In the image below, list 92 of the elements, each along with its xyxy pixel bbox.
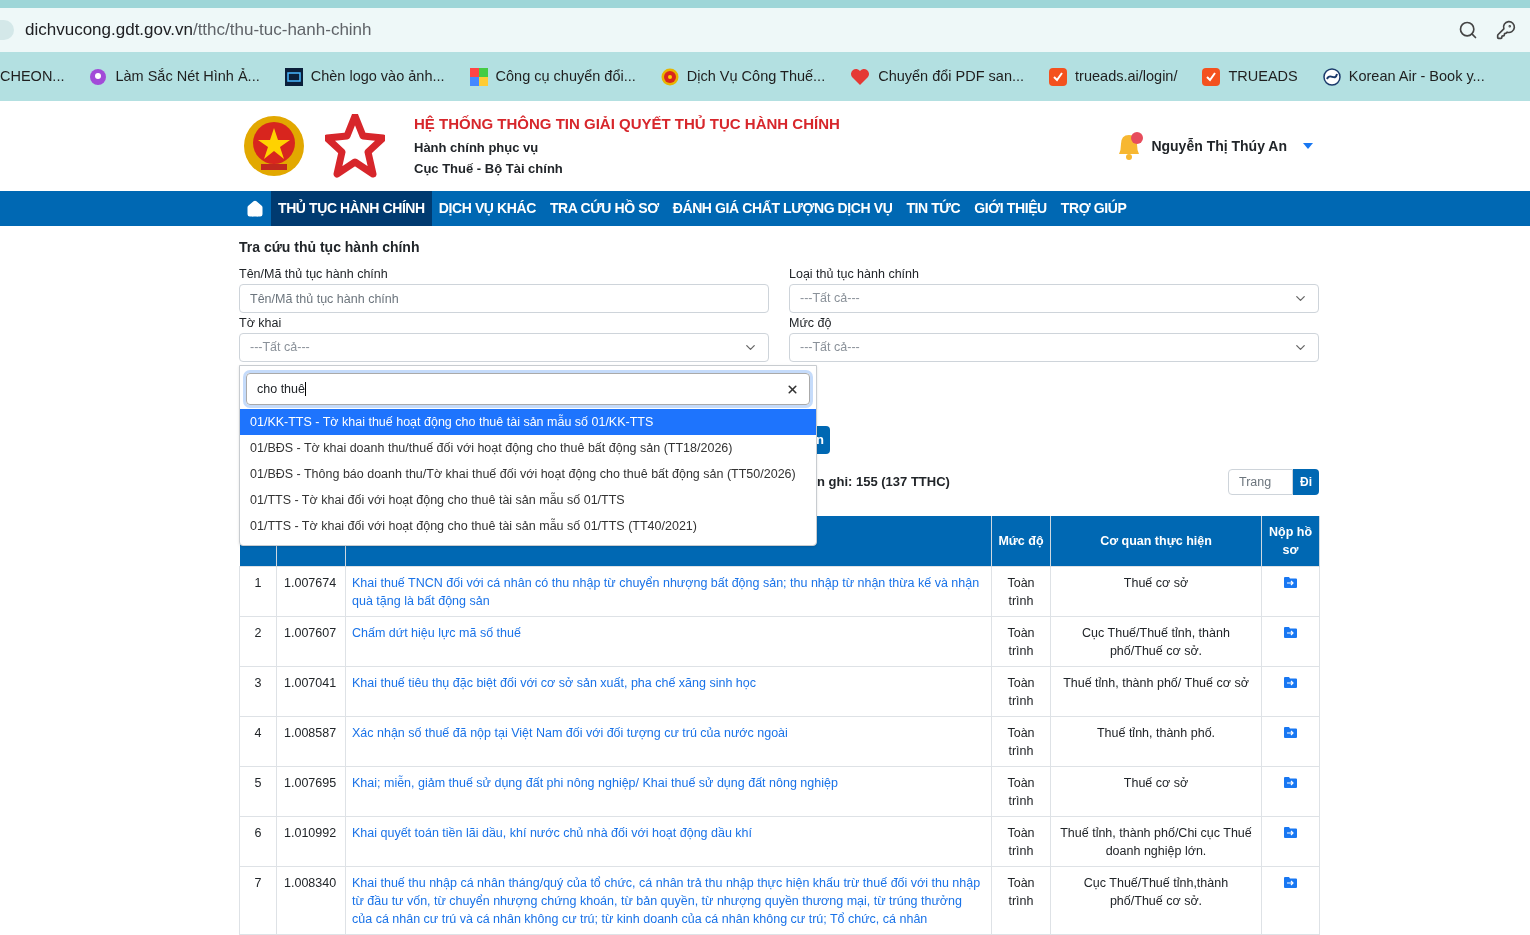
table-cell: Thuế cơ sở <box>1050 766 1262 816</box>
nav-item[interactable]: TRA CỨU HỒ SƠ <box>542 191 666 226</box>
table-cell: 4 <box>239 716 277 766</box>
bookmark-item[interactable]: Chuyển đổi PDF san... <box>850 65 1025 88</box>
table-cell: Thuế cơ sở <box>1050 566 1262 616</box>
system-title: HỆ THỐNG THÔNG TIN GIẢI QUYẾT THỦ TỤC HÀNH CHÍNH <box>414 114 840 135</box>
table-cell: Toàn trình <box>991 716 1051 766</box>
bookmark-item[interactable]: Dịch Vụ Công Thuế... <box>660 65 826 88</box>
zoom-icon[interactable] <box>1458 20 1478 40</box>
dropdown-option[interactable]: 01/KK-TTS - Tờ khai thuế hoạt động cho thuê tài sản mẫu số 01/KK-TTS <box>240 409 816 435</box>
pso-logo-icon <box>284 67 303 86</box>
table-cell: 1.008587 <box>276 716 346 766</box>
column-header: Mức độ <box>991 516 1051 566</box>
nav-item[interactable]: TRỢ GIÚP <box>1053 191 1134 226</box>
nav-item[interactable]: ĐÁNH GIÁ CHẤT LƯỢNG DỊCH VỤ <box>665 191 900 226</box>
heart-icon <box>850 67 871 86</box>
home-icon[interactable] <box>246 199 264 218</box>
table-cell: Thuế tỉnh, thành phố. <box>1050 716 1262 766</box>
column-header: Nộp hồ sơ <box>1261 516 1320 566</box>
bookmark-item[interactable]: Korean Air - Book y... <box>1322 65 1485 88</box>
url-text: dichvucong.gdt.gov.vn/tthc/thu-tuc-hanh-chinh <box>25 19 373 42</box>
user-name[interactable]: Nguyễn Thị Thúy An <box>1151 135 1287 157</box>
table-cell: Cục Thuế/Thuế tỉnh,thành phố/Thuế cơ sở. <box>1050 866 1262 934</box>
table-cell: Cục Thuế/Thuế tỉnh, thành phố/Thuế cơ sở. <box>1050 616 1262 666</box>
folder-icon[interactable] <box>1284 676 1297 688</box>
field-label: Mức độ <box>789 316 833 331</box>
nav-item[interactable]: DỊCH VỤ KHÁC <box>431 191 543 226</box>
table-cell: Toàn trình <box>991 866 1051 934</box>
table-cell: Toàn trình <box>991 616 1051 666</box>
checkmark-icon <box>1049 67 1068 86</box>
table-cell: Toàn trình <box>991 816 1051 866</box>
select-field[interactable]: ---Tất cả--- <box>239 333 769 362</box>
column-header: Cơ quan thực hiện <box>1050 516 1262 566</box>
paint-icon <box>89 67 108 86</box>
table-cell: 6 <box>239 816 277 866</box>
bookmark-item[interactable]: Công cụ chuyển đổi... <box>469 65 636 88</box>
folder-icon[interactable] <box>1284 576 1297 588</box>
key-icon[interactable] <box>1496 20 1516 40</box>
dropdown-option[interactable]: 01/BĐS - Thông báo doanh thu/Tờ khai thuế đối với hoạt động cho thuê bất động sản (TT50/2026) <box>240 461 816 487</box>
bookmark-item[interactable]: trueads.ai/login/ <box>1049 65 1178 88</box>
folder-icon[interactable] <box>1284 876 1297 888</box>
field-label: Tờ khai <box>239 316 283 331</box>
go-button[interactable]: Đi <box>1293 469 1319 495</box>
table-cell: 1.007674 <box>276 566 346 616</box>
address-bar[interactable]: dichvucong.gdt.gov.vn/tthc/thu-tuc-hanh-chinh <box>0 8 1530 52</box>
table-cell: 7 <box>239 866 277 934</box>
folder-icon[interactable] <box>1284 776 1297 788</box>
bookmark-item[interactable]: TRUEADS <box>1202 65 1298 88</box>
grid-icon <box>469 67 488 86</box>
table-cell: Toàn trình <box>991 566 1051 616</box>
nav-item[interactable]: GIỚI THIỆU <box>967 191 1054 226</box>
emblem-icon <box>660 67 679 86</box>
field-label: Tên/Mã thủ tục hành chính <box>239 267 389 282</box>
checkmark-icon <box>1202 67 1221 86</box>
nav-item[interactable]: TIN TỨC <box>899 191 968 226</box>
folder-icon[interactable] <box>1284 726 1297 738</box>
table-cell: Toàn trình <box>991 766 1051 816</box>
table-cell: Toàn trình <box>991 666 1051 716</box>
record-count: n ghi: 155 (137 TTHC) <box>817 473 950 492</box>
bookmark-item[interactable]: CHEON... <box>0 65 65 88</box>
section-title: Tra cứu thủ tục hành chính <box>239 238 421 256</box>
dropdown-option[interactable]: 01/TTS - Tờ khai đối với hoạt động cho thuê tài sản mẫu số 01/TTS (TT40/2021) <box>240 513 816 539</box>
agency-text: Hành chính phục vụ <box>414 138 540 157</box>
dropdown-search-field[interactable]: cho thuê <box>246 373 810 405</box>
table-cell: 3 <box>239 666 277 716</box>
national-emblem-icon <box>243 115 305 177</box>
select-field[interactable]: ---Tất cả--- <box>789 284 1319 313</box>
bookmark-item[interactable]: Làm Sắc Nét Hình Ả... <box>89 65 260 88</box>
table-cell: 5 <box>239 766 277 816</box>
table-cell: Thuế tỉnh, thành phố/ Thuế cơ sở <box>1050 666 1262 716</box>
agency-text: Cục Thuế - Bộ Tài chính <box>414 160 564 179</box>
table-cell: 1.008340 <box>276 866 346 934</box>
star-logo-icon <box>325 114 385 178</box>
nav-item[interactable]: THỦ TỤC HÀNH CHÍNH <box>271 191 432 226</box>
swirl-icon <box>1322 67 1341 86</box>
table-cell: 2 <box>239 616 277 666</box>
caret-icon[interactable] <box>1303 143 1313 149</box>
text-field[interactable]: Tên/Mã thủ tục hành chính <box>239 284 769 313</box>
page-field[interactable]: Trang <box>1228 469 1293 495</box>
table-cell: 1.007695 <box>276 766 346 816</box>
table-cell: 1.007041 <box>276 666 346 716</box>
select-field[interactable]: ---Tất cả--- <box>789 333 1319 362</box>
folder-icon[interactable] <box>1284 626 1297 638</box>
field-label: Loại thủ tục hành chính <box>789 267 920 282</box>
dropdown-option[interactable]: 01/TTS - Tờ khai đối với hoạt động cho thuê tài sản mẫu số 01/TTS <box>240 487 816 513</box>
table-cell: 1.010992 <box>276 816 346 866</box>
table-cell: 1.007607 <box>276 616 346 666</box>
clear-icon[interactable] <box>786 382 799 396</box>
table-cell: Thuế tỉnh, thành phố/Chi cục Thuế doanh nghiệp lớn. <box>1050 816 1262 866</box>
folder-icon[interactable] <box>1284 826 1297 838</box>
table-cell: 1 <box>239 566 277 616</box>
bookmark-item[interactable]: Chèn logo vào ảnh... <box>284 65 445 88</box>
